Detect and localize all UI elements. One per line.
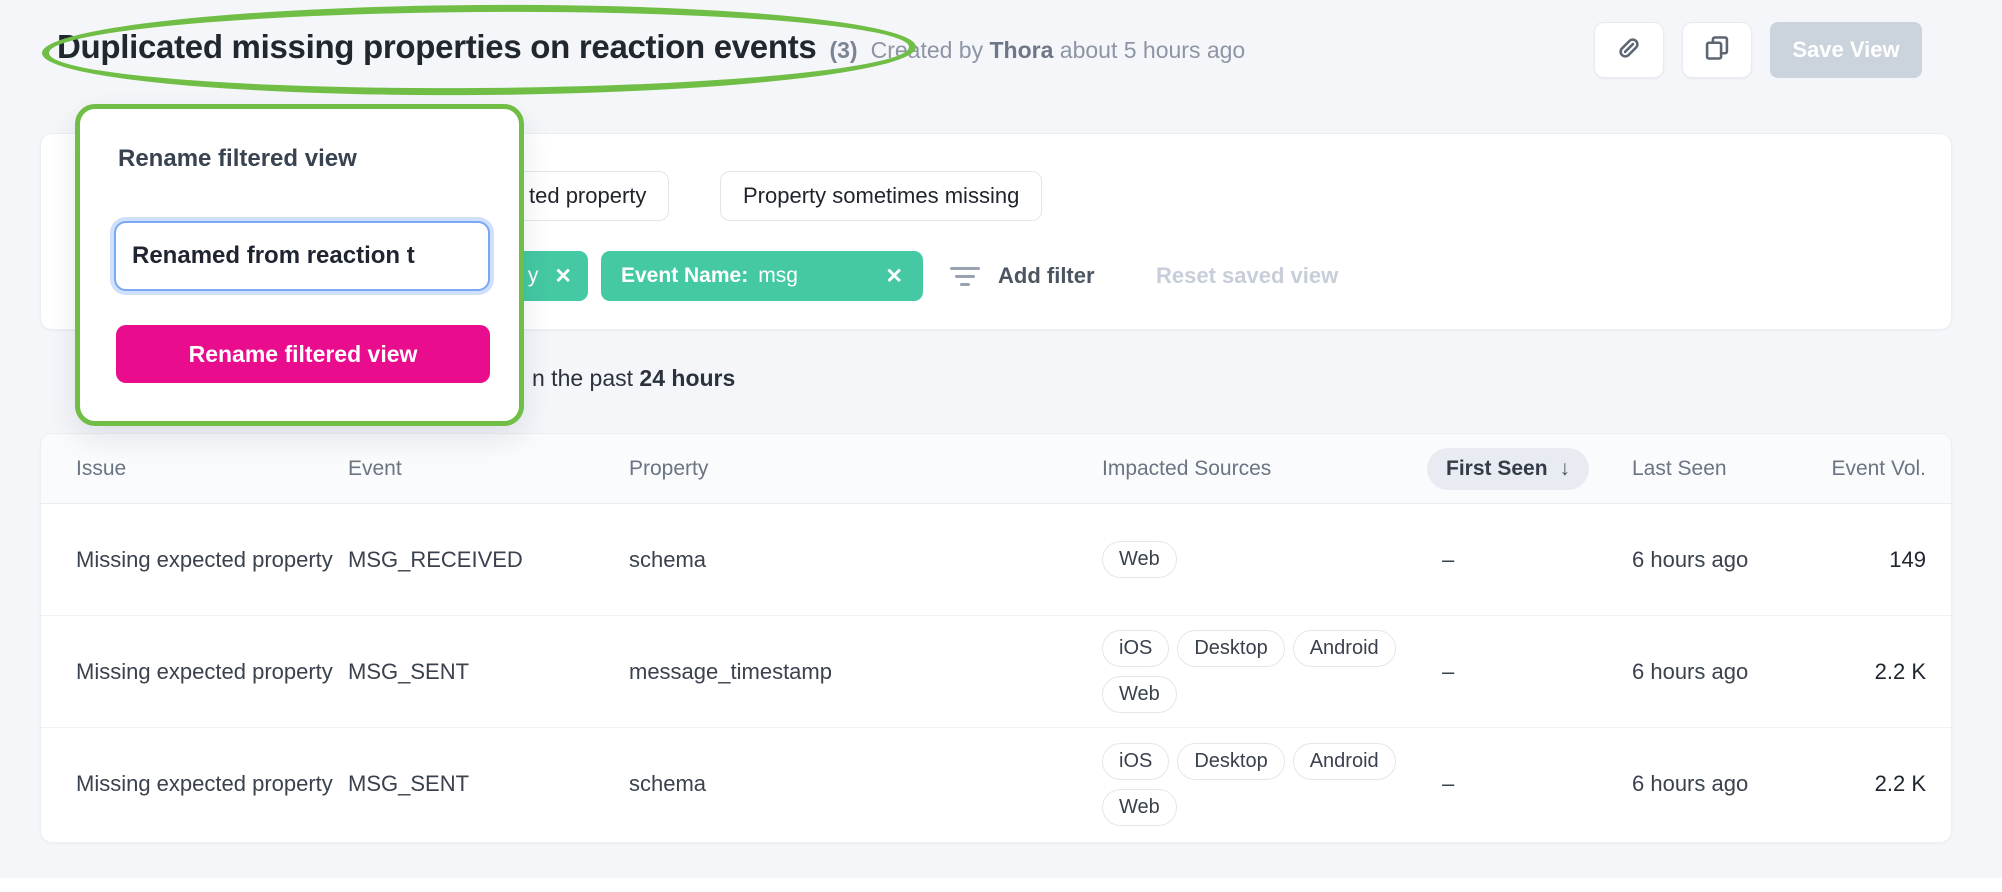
filter-lines-icon — [949, 267, 981, 286]
source-badge: Desktop — [1177, 630, 1284, 667]
created-by-line: Created by Thora about 5 hours ago — [871, 37, 1246, 64]
close-icon[interactable]: ✕ — [554, 264, 572, 289]
first-seen-label: First Seen — [1446, 457, 1548, 481]
active-filter-pill-event-name[interactable]: Event Name: msg ✕ — [601, 251, 923, 301]
popover-title: Rename filtered view — [118, 145, 357, 173]
source-badge: Desktop — [1177, 743, 1284, 780]
author-name: Thora — [990, 37, 1054, 63]
cell-impacted-sources: Web — [1102, 541, 1427, 578]
issue-count: (3) — [829, 37, 857, 64]
rename-input[interactable] — [114, 221, 490, 291]
cell-impacted-sources: iOSDesktopAndroid Web — [1102, 630, 1427, 713]
source-badge: Web — [1102, 676, 1177, 713]
cell-issue: Missing expected property — [76, 771, 348, 797]
cell-event: MSG_SENT — [348, 659, 629, 685]
cell-property: schema — [629, 771, 1102, 797]
cell-event-vol: 149 — [1822, 547, 1926, 573]
cell-issue: Missing expected property — [76, 659, 348, 685]
created-prefix: Created by — [871, 37, 984, 63]
page-title: Duplicated missing properties on reactio… — [57, 28, 816, 66]
cell-last-seen: 6 hours ago — [1632, 771, 1822, 797]
source-badge: iOS — [1102, 743, 1169, 780]
filter-pill-text: y — [528, 264, 539, 288]
rename-submit-button[interactable]: Rename filtered view — [116, 325, 490, 383]
table-row[interactable]: Missing expected propertyMSG_SENTschemai… — [41, 728, 1951, 840]
source-badge: iOS — [1102, 630, 1169, 667]
cell-issue: Missing expected property — [76, 547, 348, 573]
column-header-first-seen-sorted[interactable]: First Seen ↓ — [1427, 448, 1589, 490]
issues-summary-text: n the past 24 hours — [532, 365, 735, 392]
reset-saved-view-button[interactable]: Reset saved view — [1156, 251, 1338, 301]
cell-last-seen: 6 hours ago — [1632, 659, 1822, 685]
rename-view-popover: Rename filtered view Rename filtered vie… — [75, 104, 524, 426]
cell-event-vol: 2.2 K — [1822, 771, 1926, 797]
cell-event: MSG_SENT — [348, 771, 629, 797]
table-body: Missing expected propertyMSG_RECEIVEDsch… — [41, 504, 1951, 840]
cell-first-seen: – — [1427, 659, 1632, 685]
link-icon — [1615, 34, 1643, 67]
filter-pill-value: msg — [758, 264, 798, 288]
cell-first-seen: – — [1427, 547, 1632, 573]
cell-impacted-sources: iOSDesktopAndroid Web — [1102, 743, 1427, 826]
column-header-property[interactable]: Property — [629, 457, 1102, 481]
sort-desc-icon: ↓ — [1560, 457, 1571, 481]
cell-property: message_timestamp — [629, 659, 1102, 685]
close-icon[interactable]: ✕ — [885, 264, 903, 289]
created-timestamp: about 5 hours ago — [1060, 37, 1245, 63]
duplicate-button[interactable] — [1682, 22, 1752, 78]
cell-first-seen: – — [1427, 771, 1632, 797]
source-badge: Android — [1293, 630, 1396, 667]
header-actions: Save View — [1594, 22, 1922, 78]
table-row[interactable]: Missing expected propertyMSG_SENTmessage… — [41, 616, 1951, 728]
source-badge: Web — [1102, 789, 1177, 826]
column-header-last-seen[interactable]: Last Seen — [1632, 457, 1822, 481]
column-header-sources[interactable]: Impacted Sources — [1102, 457, 1427, 481]
cell-event-vol: 2.2 K — [1822, 659, 1926, 685]
source-badge: Android — [1293, 743, 1396, 780]
cell-last-seen: 6 hours ago — [1632, 547, 1822, 573]
cell-property: schema — [629, 547, 1102, 573]
page-header: Duplicated missing properties on reactio… — [57, 28, 1245, 66]
filter-pill-label: Event Name: — [621, 264, 748, 288]
summary-prefix: n the past — [532, 365, 639, 391]
cell-event: MSG_RECEIVED — [348, 547, 629, 573]
column-header-event[interactable]: Event — [348, 457, 629, 481]
table-row[interactable]: Missing expected propertyMSG_RECEIVEDsch… — [41, 504, 1951, 616]
copy-icon — [1703, 34, 1731, 67]
source-badge: Web — [1102, 541, 1177, 578]
column-header-event-vol[interactable]: Event Vol. — [1822, 457, 1926, 481]
issue-type-chip[interactable]: ted property — [506, 171, 669, 221]
column-header-issue[interactable]: Issue — [76, 457, 348, 481]
copy-link-button[interactable] — [1594, 22, 1664, 78]
summary-time-range: 24 hours — [639, 365, 735, 391]
issue-type-chip[interactable]: Property sometimes missing — [720, 171, 1042, 221]
page-bottom-strip — [0, 878, 2002, 892]
issues-table: Issue Event Property Impacted Sources Fi… — [40, 433, 1952, 843]
table-header-row: Issue Event Property Impacted Sources Fi… — [41, 434, 1951, 504]
save-view-button[interactable]: Save View — [1770, 22, 1922, 78]
add-filter-button[interactable]: Add filter — [949, 251, 1095, 301]
add-filter-label: Add filter — [998, 263, 1095, 289]
